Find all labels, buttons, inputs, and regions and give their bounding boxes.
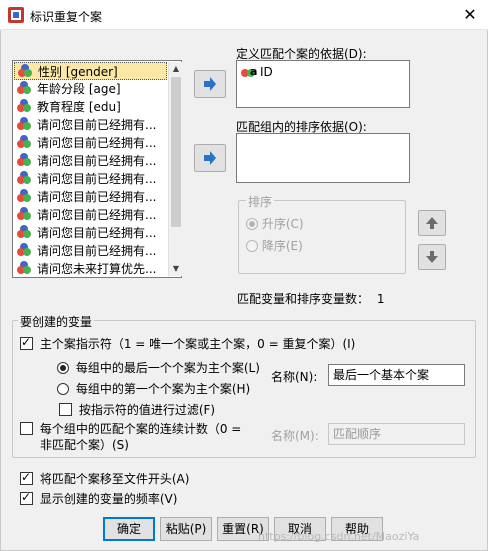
- first-case-radio[interactable]: [57, 383, 69, 395]
- variable-list-item[interactable]: 请问您目前已经拥有...: [14, 224, 167, 242]
- variable-list-item[interactable]: 请问您目前已经拥有...: [14, 152, 167, 170]
- sequential-count-checkbox[interactable]: [20, 422, 33, 435]
- match-by-list[interactable]: a ID: [236, 60, 410, 108]
- nominal-variable-icon: [17, 207, 33, 221]
- ascending-radio[interactable]: [246, 218, 258, 230]
- nominal-variable-icon: [17, 225, 33, 239]
- variable-list-item-label: 请问您目前已经拥有...: [37, 226, 157, 240]
- ascending-label: 升序(C): [261, 217, 304, 231]
- primary-indicator-checkbox[interactable]: [20, 335, 33, 350]
- filter-option[interactable]: 按指示符的值进行过滤(F): [59, 401, 215, 418]
- sequential-count-label-line2: 非匹配个案）(S): [40, 438, 129, 452]
- close-icon[interactable]: ✕: [458, 4, 482, 26]
- variable-list-item-label: 请问您目前已经拥有...: [37, 172, 157, 186]
- nominal-variable-icon: [17, 243, 33, 257]
- variable-list-item[interactable]: 请问您目前已经拥有...: [14, 170, 167, 188]
- nominal-variable-icon: [17, 189, 33, 203]
- nominal-variable-icon: [17, 171, 33, 185]
- variable-list-item-label: 请问您目前已经拥有...: [37, 208, 157, 222]
- ok-button[interactable]: 确定: [103, 517, 155, 541]
- variable-list-item-label: 性别 [gender]: [38, 65, 118, 79]
- match-sort-count: 匹配变量和排序变量数： 1: [237, 290, 384, 307]
- nominal-variable-icon: [17, 261, 33, 275]
- name-label: 名称(N):: [271, 370, 318, 384]
- sort-order-title: 排序: [246, 193, 275, 210]
- variable-list-item-label: 请问您目前已经拥有...: [37, 190, 157, 204]
- match-by-item-label: ID: [260, 65, 273, 79]
- nominal-variable-icon: [17, 117, 33, 131]
- last-case-radio[interactable]: [57, 362, 69, 374]
- sequential-count-option[interactable]: 每个组中的匹配个案的连续计数（0 =: [20, 420, 241, 437]
- variable-list-item-label: 年龄分段 [age]: [37, 82, 121, 96]
- match-by-item[interactable]: a ID: [241, 64, 273, 79]
- primary-indicator-option[interactable]: 主个案指示符（1 = 唯一个案或主个案，0 = 重复个案）(I): [20, 335, 355, 352]
- arrow-up-icon: [426, 217, 438, 229]
- match-sort-count-label: 匹配变量和排序变量数：: [237, 292, 370, 306]
- move-up-button[interactable]: [418, 210, 446, 236]
- nominal-variable-icon: [17, 81, 33, 95]
- last-case-label: 每组中的最后一个个案为主个案(L): [75, 361, 260, 375]
- match-sort-count-value: 1: [376, 292, 385, 306]
- descending-radio[interactable]: [246, 240, 258, 252]
- sequential-count-label-line1: 每个组中的匹配个案的连续计数（0 =: [39, 422, 242, 436]
- display-frequency-option[interactable]: 显示创建的变量的频率(V): [20, 490, 177, 507]
- name2-label: 名称(M):: [271, 429, 319, 443]
- move-to-top-option[interactable]: 将匹配个案移至文件开头(A): [20, 470, 189, 487]
- variable-list-item[interactable]: 请问您目前已经拥有...: [14, 116, 167, 134]
- variable-list-item[interactable]: 请问您目前已经拥有...: [14, 188, 167, 206]
- filter-checkbox[interactable]: [59, 403, 72, 416]
- variable-list-item[interactable]: 请问您目前已经拥有...: [14, 206, 167, 224]
- ascending-option[interactable]: 升序(C): [246, 215, 304, 232]
- last-case-option[interactable]: 每组中的最后一个个案为主个案(L): [57, 359, 260, 376]
- scroll-thumb[interactable]: [171, 77, 181, 227]
- variable-list-item[interactable]: 请问您目前已经拥有...: [14, 242, 167, 260]
- display-frequency-checkbox[interactable]: [20, 490, 33, 505]
- variable-list-scrollbar[interactable]: ▲ ▼: [168, 62, 182, 276]
- filter-label: 按指示符的值进行过滤(F): [78, 403, 216, 417]
- move-to-top-label: 将匹配个案移至文件开头(A): [39, 472, 190, 486]
- scroll-up-arrow-icon[interactable]: ▲: [169, 62, 183, 76]
- move-to-sort-button[interactable]: [194, 144, 226, 172]
- nominal-variable-icon: [18, 64, 34, 78]
- first-case-label: 每组中的第一个个案为主个案(H): [75, 382, 251, 396]
- arrow-right-icon: [204, 77, 216, 91]
- nominal-variable-icon: a: [241, 64, 257, 78]
- variable-list-item[interactable]: 请问您未来打算优先...: [14, 260, 167, 276]
- sort-within-list[interactable]: [236, 133, 410, 183]
- move-to-top-checkbox[interactable]: [20, 470, 33, 485]
- window-title: 标识重复个案: [30, 10, 103, 24]
- source-variable-list[interactable]: 性别 [gender] 年龄分段 [age] 教育程度 [edu] 请问您目前已经拥有…: [12, 60, 182, 278]
- paste-button[interactable]: 粘贴(P): [160, 517, 212, 541]
- nominal-variable-icon: [17, 135, 33, 149]
- descending-option[interactable]: 降序(E): [246, 237, 303, 254]
- variable-list-item[interactable]: 教育程度 [edu]: [14, 98, 167, 116]
- watermark: https://blog.csdn.net/MaoziYa: [258, 530, 420, 543]
- move-to-match-button[interactable]: [194, 70, 226, 98]
- primary-indicator-label: 主个案指示符（1 = 唯一个案或主个案，0 = 重复个案）(I): [39, 337, 356, 351]
- arrow-down-icon: [426, 251, 438, 263]
- descending-label: 降序(E): [261, 239, 303, 253]
- nominal-variable-icon: [17, 99, 33, 113]
- variable-list-items: 性别 [gender] 年龄分段 [age] 教育程度 [edu] 请问您目前已经拥有…: [14, 62, 167, 276]
- variable-list-item-label: 请问您目前已经拥有...: [37, 154, 157, 168]
- app-icon: [8, 7, 24, 23]
- variable-list-item-label: 请问您未来打算优先...: [37, 262, 157, 276]
- variables-to-create-title: 要创建的变量: [18, 313, 95, 330]
- nominal-variable-icon: [17, 153, 33, 167]
- variable-list-item[interactable]: 年龄分段 [age]: [14, 80, 167, 98]
- sequential-name-input[interactable]: 匹配顺序: [328, 423, 465, 445]
- variable-list-item[interactable]: 性别 [gender]: [14, 62, 167, 80]
- move-down-button[interactable]: [418, 244, 446, 270]
- variable-list-item-label: 请问您目前已经拥有...: [37, 136, 157, 150]
- display-frequency-label: 显示创建的变量的频率(V): [39, 492, 178, 506]
- variable-list-item-label: 请问您目前已经拥有...: [37, 244, 157, 258]
- arrow-right-icon: [204, 151, 216, 165]
- first-case-option[interactable]: 每组中的第一个个案为主个案(H): [57, 380, 250, 397]
- variable-list-item[interactable]: 请问您目前已经拥有...: [14, 134, 167, 152]
- indicator-name-input[interactable]: 最后一个基本个案: [328, 364, 465, 386]
- variable-list-item-label: 教育程度 [edu]: [37, 100, 121, 114]
- variable-list-item-label: 请问您目前已经拥有...: [37, 118, 157, 132]
- scroll-down-arrow-icon[interactable]: ▼: [169, 262, 183, 276]
